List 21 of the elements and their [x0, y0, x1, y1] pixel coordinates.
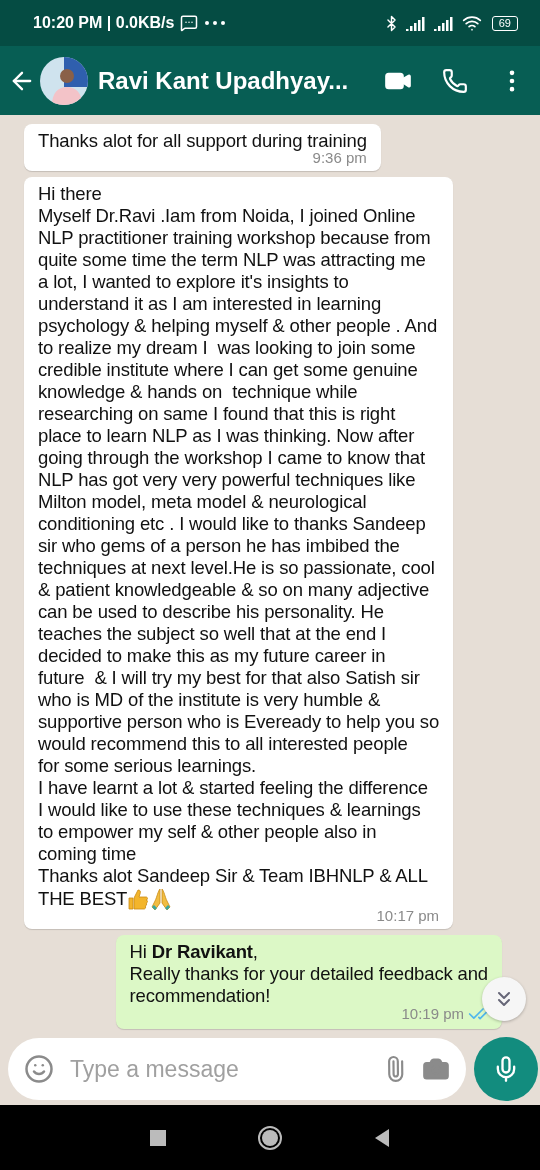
- avatar[interactable]: [40, 56, 88, 105]
- message-time: 10:17 pm: [376, 908, 440, 924]
- home-icon[interactable]: [257, 1124, 283, 1151]
- message-icon: [180, 14, 199, 32]
- message-text: Thanks alot for all support during training: [38, 130, 367, 152]
- message-text: Hi there Myself Dr.Ravi .Iam from Noida, I joined Online NLP practitioner training workshop because from quite some time the term NLP was attracting me a lot, I wanted to explore it's insights to understand it as I am interested in learning psychology & helping myself & other people . And to realize my dream I was looking to join some credible institute where I can get some genuine knowledge & hands on technique while researching on same I found that this is right place to learn NLP as I was thinking. Now after going through the workshop I came to know that NLP has got very very powerful techniques like Milton model, meta model & neurological conditioning etc . I would like to thanks Sandeep sir who gems of a person he has imbibed the techniques at next level.He is so passionate, cool & patient knowledgeable & so on many adjective can be used to describe his personality. He teaches the subject so well that at the end I decided to make this as my future career in future & I will try my best for that also Satish sir who is MD of the institute is very humble & supportive person who is Eveready to help you so would recommend this to all interested people for some serious learnings. I have learnt a lot & started feeling the difference I would like to use these techniques & learnings to empower my self & other people also in coming time Thanks alot Sandeep Sir & Team IBHNLP & ALL THE BEST: [38, 183, 440, 911]
- contact-name[interactable]: Ravi Kant Upadhyay...: [98, 66, 354, 95]
- message-input-field[interactable]: Type a message: [68, 1054, 368, 1084]
- message-time: 10:19 pm: [401, 1006, 464, 1022]
- emoji-icon[interactable]: [24, 1054, 54, 1084]
- battery-level: 69: [491, 15, 518, 31]
- message-time: 9:36 pm: [312, 150, 367, 166]
- thumbs-up-icon: [127, 887, 150, 911]
- wifi-icon: [461, 13, 482, 33]
- message-text: Hi Dr Ravikant, Really thanks for your detailed feedback and recommendation!: [129, 941, 488, 1007]
- message-field[interactable]: Type a message: [8, 1038, 466, 1100]
- phone-icon[interactable]: [442, 67, 468, 94]
- signal-icon: [405, 15, 428, 31]
- status-time: 10:20 PM | 0.0KB/s: [33, 14, 175, 32]
- signal-icon: [433, 15, 456, 31]
- more-dots-icon: [204, 20, 227, 26]
